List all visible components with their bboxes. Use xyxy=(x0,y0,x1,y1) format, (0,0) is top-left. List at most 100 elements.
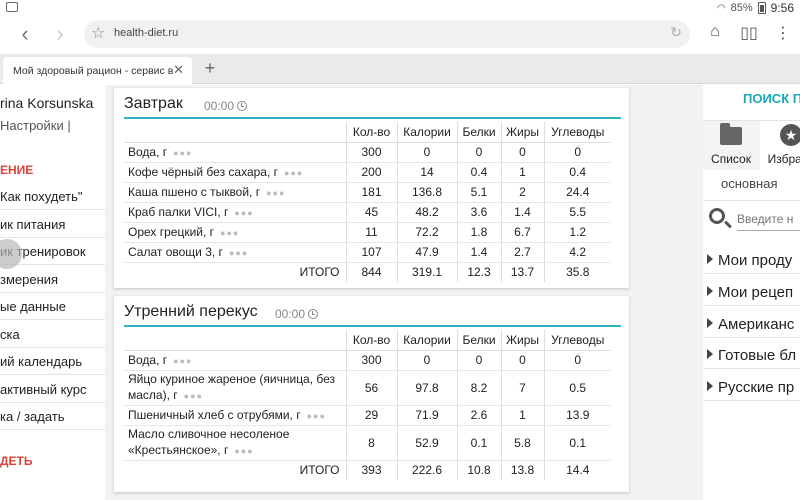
more-dots-icon[interactable]: ●●● xyxy=(266,188,285,198)
tab-favorites-label[interactable]: Избран xyxy=(760,152,800,166)
sidebar-item[interactable]: ые данные xyxy=(0,293,105,320)
star-icon[interactable]: ★ xyxy=(780,124,800,146)
food-name-text[interactable]: Вода, г xyxy=(128,145,167,159)
category-item[interactable]: Мои рецеп xyxy=(703,280,800,306)
more-dots-icon[interactable]: ●●● xyxy=(234,208,253,218)
category-label[interactable]: Готовые бл xyxy=(718,347,796,364)
reload-icon[interactable]: ↻ xyxy=(670,24,682,41)
sidebar-item[interactable]: ий календарь xyxy=(0,348,105,375)
cell-cal: 48.2 xyxy=(396,202,457,223)
url-text[interactable]: health-diet.ru xyxy=(114,27,178,39)
meal-time-text[interactable]: 00:00 xyxy=(275,307,305,321)
sidebar-item[interactable]: Как похудеть" xyxy=(0,183,105,210)
cell-prot: 3.6 xyxy=(456,202,501,223)
food-name[interactable]: Масло сливочное несоленое «Крестьянское»… xyxy=(124,425,346,461)
food-name-text[interactable]: Масло сливочное несоленое «Крестьянское»… xyxy=(128,427,289,457)
food-name[interactable]: Каша пшено с тыквой, г ●●● xyxy=(124,182,346,203)
more-dots-icon[interactable]: ●●● xyxy=(184,391,203,401)
food-name-text[interactable]: Яйцо куриное жареное (яичница, без масла… xyxy=(128,372,335,402)
meal-time[interactable]: 00:00 xyxy=(275,307,319,321)
home-icon[interactable]: ⌂ xyxy=(703,23,727,47)
table-row[interactable]: Каша пшено с тыквой, г ●●● 181 136.8 5.1 2 24.… xyxy=(124,182,611,203)
total-qty: 844 xyxy=(345,262,397,282)
category-subtitle[interactable]: основная xyxy=(721,176,778,191)
category-label[interactable]: Мои проду xyxy=(718,252,792,269)
col-header-carb: Углеводы xyxy=(543,330,611,351)
table-row[interactable]: Вода, г ●●● 300 0 0 0 0 xyxy=(124,350,611,371)
folder-icon[interactable] xyxy=(720,123,742,145)
expand-triangle-icon[interactable] xyxy=(707,381,713,391)
food-name[interactable]: Пшеничный хлеб с отрубями, г ●●● xyxy=(124,405,346,426)
category-item[interactable]: Готовые бл xyxy=(703,343,800,369)
food-name[interactable]: Яйцо куриное жареное (яичница, без масла… xyxy=(124,370,346,406)
sidebar-item[interactable]: змерения xyxy=(0,266,105,293)
table-row[interactable]: Яйцо куриное жареное (яичница, без масла… xyxy=(124,370,611,406)
table-row[interactable]: Масло сливочное несоленое «Крестьянское»… xyxy=(124,425,611,461)
tab-favorites[interactable]: ★ Избран xyxy=(760,121,800,171)
table-row[interactable]: Вода, г ●●● 300 0 0 0 0 xyxy=(124,142,611,163)
expand-triangle-icon[interactable] xyxy=(707,286,713,296)
more-dots-icon[interactable]: ●●● xyxy=(307,411,326,421)
sidebar-item[interactable]: активный курс xyxy=(0,376,105,403)
food-name-text[interactable]: Орех грецкий, г xyxy=(128,225,214,239)
food-name-text[interactable]: Краб палки VICI, г xyxy=(128,205,228,219)
food-name-text[interactable]: Пшеничный хлеб с отрубями, г xyxy=(128,408,301,422)
table-row[interactable]: Салат овощи 3, г ●●● 107 47.9 1.4 2.7 4.2 xyxy=(124,242,611,263)
food-name[interactable]: Вода, г ●●● xyxy=(124,142,346,163)
sidebar-item[interactable]: ка / задать xyxy=(0,403,105,430)
food-name[interactable]: Кофе чёрный без сахара, г ●●● xyxy=(124,162,346,183)
product-search-input[interactable] xyxy=(737,207,800,231)
more-dots-icon[interactable]: ●●● xyxy=(220,228,239,238)
sidebar-item[interactable]: ска xyxy=(0,321,105,348)
category-item[interactable]: Мои проду xyxy=(703,248,800,274)
food-name[interactable]: Краб палки VICI, г ●●● xyxy=(124,202,346,223)
category-label[interactable]: Американс xyxy=(718,316,794,333)
food-name-text[interactable]: Вода, г xyxy=(128,353,167,367)
category-label[interactable]: Мои рецеп xyxy=(718,284,793,301)
expand-triangle-icon[interactable] xyxy=(707,254,713,264)
more-dots-icon[interactable]: ●●● xyxy=(173,148,192,158)
new-tab-button[interactable]: + xyxy=(197,58,223,80)
sidebar-item[interactable]: ик питания xyxy=(0,211,105,238)
table-row[interactable]: Краб палки VICI, г ●●● 45 48.2 3.6 1.4 5.5 xyxy=(124,202,611,223)
food-name-text[interactable]: Салат овощи 3, г xyxy=(128,245,223,259)
clock-icon[interactable] xyxy=(237,101,248,111)
tab-title[interactable]: Мой здоровый рацион - сервис в... xyxy=(13,65,173,77)
search-icon[interactable] xyxy=(709,208,725,224)
food-name-text[interactable]: Каша пшено с тыквой, г xyxy=(128,185,260,199)
more-dots-icon[interactable]: ●●● xyxy=(234,446,253,456)
table-row[interactable]: Орех грецкий, г ●●● 11 72.2 1.8 6.7 1.2 xyxy=(124,222,611,243)
tab-close-icon[interactable]: ✕ xyxy=(173,62,184,78)
address-bar[interactable]: ☆ health-diet.ru ↻ xyxy=(84,20,690,48)
meal-time[interactable]: 00:00 xyxy=(204,99,248,113)
bookmark-star-icon[interactable]: ☆ xyxy=(91,23,105,43)
cell-carb: 13.9 xyxy=(543,405,611,426)
expand-triangle-icon[interactable] xyxy=(707,318,713,328)
more-dots-icon[interactable]: ●●● xyxy=(229,248,248,258)
category-item[interactable]: Русские пр xyxy=(703,375,800,401)
back-arrow-icon[interactable]: ‹ xyxy=(12,22,38,48)
food-name[interactable]: Салат овощи 3, г ●●● xyxy=(124,242,346,263)
tab-list-label[interactable]: Список xyxy=(703,152,759,166)
tab-list[interactable]: Список xyxy=(703,121,759,171)
food-name-text[interactable]: Кофе чёрный без сахара, г xyxy=(128,165,278,179)
clock-icon[interactable] xyxy=(308,309,319,319)
food-name[interactable]: Вода, г ●●● xyxy=(124,350,346,371)
more-dots-icon[interactable]: ●●● xyxy=(284,168,303,178)
cell-fat: 2 xyxy=(500,182,544,203)
expand-triangle-icon[interactable] xyxy=(707,349,713,359)
forward-arrow-icon[interactable]: › xyxy=(47,22,73,48)
settings-link[interactable]: Настройки | xyxy=(0,118,71,133)
category-label[interactable]: Русские пр xyxy=(718,379,794,396)
meal-time-text[interactable]: 00:00 xyxy=(204,99,234,113)
table-row[interactable]: Пшеничный хлеб с отрубями, г ●●● 29 71.9 2.6… xyxy=(124,405,611,426)
table-row[interactable]: Кофе чёрный без сахара, г ●●● 200 14 0.4 1 0.4 xyxy=(124,162,611,183)
more-dots-icon[interactable]: ●●● xyxy=(173,356,192,366)
category-item[interactable]: Американс xyxy=(703,312,800,338)
section-heading[interactable]: ДЕТЬ xyxy=(0,454,33,468)
food-name[interactable]: Орех грецкий, г ●●● xyxy=(124,222,346,243)
bookmarks-icon[interactable]: ▯▯ xyxy=(737,23,761,47)
menu-dots-icon[interactable]: ⋮ xyxy=(771,23,795,47)
meal-card-snack: Утренний перекус 00:00 Кол-во Калории Бе… xyxy=(114,296,629,492)
browser-tab[interactable]: Мой здоровый рацион - сервис в... ✕ xyxy=(3,57,192,84)
